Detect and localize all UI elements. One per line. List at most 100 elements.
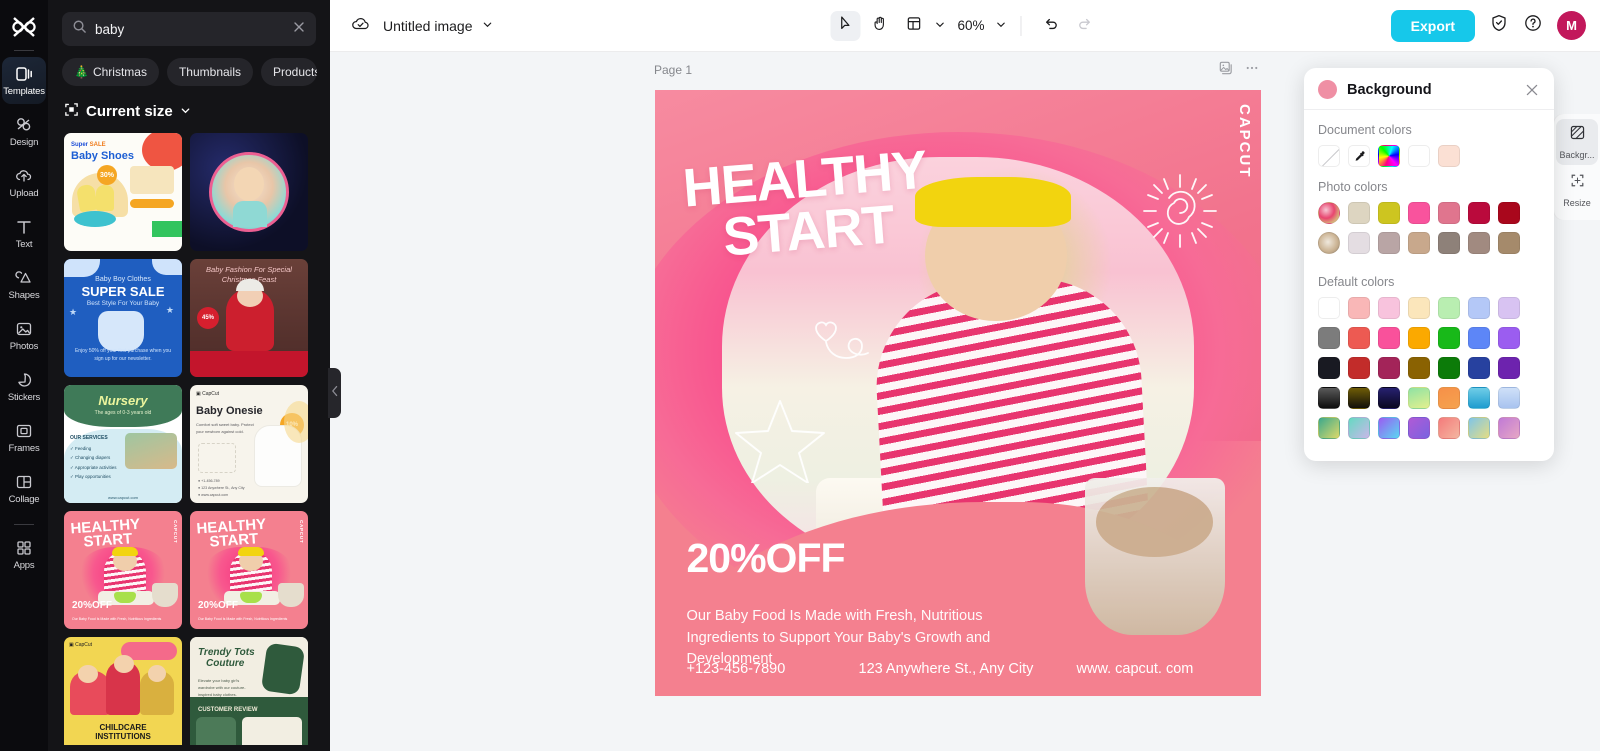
swatch-default[interactable] bbox=[1378, 327, 1400, 349]
swatch-default[interactable] bbox=[1318, 387, 1340, 409]
title-chevron-down-icon[interactable] bbox=[482, 17, 493, 35]
layout-chevron-down-icon[interactable] bbox=[934, 17, 945, 35]
swatch-custom-color[interactable] bbox=[1378, 145, 1400, 167]
swatch-default[interactable] bbox=[1378, 297, 1400, 319]
shield-check-icon[interactable] bbox=[1489, 13, 1509, 38]
swatch-photo-crimson[interactable] bbox=[1468, 202, 1490, 224]
zoom-chevron-down-icon[interactable] bbox=[996, 17, 1007, 35]
swatch-default[interactable] bbox=[1408, 387, 1430, 409]
template-card-5[interactable]: ▣ CapCut Baby Onesie 10% Comfort soft sw… bbox=[190, 385, 308, 503]
swatch-photo-thumb-2[interactable] bbox=[1318, 232, 1340, 254]
swatch-default[interactable] bbox=[1498, 327, 1520, 349]
swatch-default[interactable] bbox=[1318, 417, 1340, 439]
sidebar-item-frames[interactable]: Frames bbox=[2, 414, 46, 461]
template-card-6[interactable]: HEALTHY START CAPCUT 20%OFF Our Baby Food… bbox=[64, 511, 182, 629]
sidebar-item-templates[interactable]: Templates bbox=[2, 57, 46, 104]
swatch-default[interactable] bbox=[1498, 357, 1520, 379]
sidebar-item-upload[interactable]: Upload bbox=[2, 159, 46, 206]
swatch-photo-thumb-1[interactable] bbox=[1318, 202, 1340, 224]
template-card-4[interactable]: Nursery The ages of 0-3 years old OUR SE… bbox=[64, 385, 182, 503]
sidebar-item-apps[interactable]: Apps bbox=[2, 531, 46, 578]
sidebar-item-text[interactable]: Text bbox=[2, 210, 46, 257]
search-input-value[interactable]: baby bbox=[95, 22, 284, 37]
swatch-default[interactable] bbox=[1408, 297, 1430, 319]
swatch-photo-khaki-brown[interactable] bbox=[1498, 232, 1520, 254]
template-card-7[interactable]: HEALTHY START CAPCUT 20%OFF Our Baby Food… bbox=[190, 511, 308, 629]
swatch-default[interactable] bbox=[1348, 417, 1370, 439]
sidebar-item-photos[interactable]: Photos bbox=[2, 312, 46, 359]
current-size-selector[interactable]: Current size bbox=[48, 86, 330, 131]
swatch-default[interactable] bbox=[1348, 387, 1370, 409]
swatch-default[interactable] bbox=[1408, 357, 1430, 379]
swatch-doc-white[interactable] bbox=[1408, 145, 1430, 167]
clear-search-icon[interactable] bbox=[292, 20, 306, 39]
right-rail-item-resize[interactable]: Resize bbox=[1556, 167, 1598, 213]
select-tool-button[interactable] bbox=[830, 10, 861, 41]
template-card-9[interactable]: Trendy Tots Couture Elevate your baby gir… bbox=[190, 637, 308, 745]
swatch-default[interactable] bbox=[1348, 327, 1370, 349]
swatch-default[interactable] bbox=[1378, 357, 1400, 379]
sidebar-item-design[interactable]: Design bbox=[2, 108, 46, 155]
swatch-default[interactable] bbox=[1438, 297, 1460, 319]
template-card-8[interactable]: ▣ CapCut CHILDCARE INSTITUTIONS bbox=[64, 637, 182, 745]
swatch-photo-beige[interactable] bbox=[1348, 202, 1370, 224]
swatch-default[interactable] bbox=[1378, 417, 1400, 439]
swatch-default[interactable] bbox=[1348, 297, 1370, 319]
swatch-photo-mauve-grey[interactable] bbox=[1378, 232, 1400, 254]
panel-collapse-handle[interactable] bbox=[328, 368, 341, 418]
swatch-photo-pale-lilac[interactable] bbox=[1348, 232, 1370, 254]
swatch-default[interactable] bbox=[1378, 387, 1400, 409]
swatch-default[interactable] bbox=[1438, 387, 1460, 409]
hand-tool-button[interactable] bbox=[864, 11, 894, 41]
right-rail-item-background[interactable]: Backgr... bbox=[1556, 119, 1598, 165]
sidebar-item-shapes[interactable]: Shapes bbox=[2, 261, 46, 308]
swatch-photo-hot-pink[interactable] bbox=[1408, 202, 1430, 224]
cloud-saved-icon[interactable] bbox=[350, 13, 371, 39]
swatch-default[interactable] bbox=[1468, 417, 1490, 439]
swatch-default[interactable] bbox=[1438, 417, 1460, 439]
swatch-default[interactable] bbox=[1438, 357, 1460, 379]
swatch-default[interactable] bbox=[1348, 357, 1370, 379]
artboard[interactable]: HEALTHY START CAPCUT 20%OFF Our Baby Foo… bbox=[655, 90, 1261, 696]
swatch-default[interactable] bbox=[1318, 297, 1340, 319]
chip-products[interactable]: Products bbox=[261, 58, 317, 86]
zoom-level[interactable]: 60% bbox=[957, 18, 984, 33]
swatch-photo-warm-grey[interactable] bbox=[1438, 232, 1460, 254]
eyedropper-icon[interactable] bbox=[1348, 145, 1370, 167]
avatar[interactable]: M bbox=[1557, 11, 1586, 40]
swatch-default[interactable] bbox=[1408, 417, 1430, 439]
swatch-default[interactable] bbox=[1438, 327, 1460, 349]
capcut-logo-icon[interactable] bbox=[8, 12, 40, 42]
swatch-default[interactable] bbox=[1408, 327, 1430, 349]
swatch-photo-tan[interactable] bbox=[1408, 232, 1430, 254]
duplicate-page-icon[interactable] bbox=[1218, 60, 1234, 81]
swatch-photo-olive-yellow[interactable] bbox=[1378, 202, 1400, 224]
swatch-default[interactable] bbox=[1498, 297, 1520, 319]
search-input[interactable]: baby bbox=[62, 12, 316, 46]
swatch-default[interactable] bbox=[1468, 327, 1490, 349]
more-horizontal-icon[interactable] bbox=[1244, 60, 1260, 81]
template-card-3[interactable]: Baby Fashion For Special Christmas Feast… bbox=[190, 259, 308, 377]
sidebar-item-collage[interactable]: Collage bbox=[2, 465, 46, 512]
swatch-photo-taupe[interactable] bbox=[1468, 232, 1490, 254]
close-icon[interactable] bbox=[1524, 82, 1540, 98]
canvas-area[interactable]: Page 1 HEALTHY START CAPCUT 20%OFF Our B… bbox=[330, 52, 1600, 751]
undo-button[interactable] bbox=[1036, 11, 1066, 41]
swatch-photo-dark-red[interactable] bbox=[1498, 202, 1520, 224]
export-button[interactable]: Export bbox=[1390, 9, 1475, 42]
swatch-no-color[interactable] bbox=[1318, 145, 1340, 167]
swatch-default[interactable] bbox=[1498, 387, 1520, 409]
redo-button[interactable] bbox=[1070, 11, 1100, 41]
swatch-doc-peach[interactable] bbox=[1438, 145, 1460, 167]
help-circle-icon[interactable] bbox=[1523, 13, 1543, 38]
chip-christmas[interactable]: 🎄 Christmas bbox=[62, 58, 159, 86]
swatch-photo-dusty-rose[interactable] bbox=[1438, 202, 1460, 224]
sidebar-item-stickers[interactable]: Stickers bbox=[2, 363, 46, 410]
layout-tool-button[interactable] bbox=[898, 11, 928, 41]
document-title[interactable]: Untitled image bbox=[383, 18, 473, 34]
template-card-1[interactable] bbox=[190, 133, 308, 251]
swatch-default[interactable] bbox=[1498, 417, 1520, 439]
swatch-default[interactable] bbox=[1318, 327, 1340, 349]
chip-thumbnails[interactable]: Thumbnails bbox=[166, 58, 253, 86]
template-card-0[interactable]: Super SALE Baby Shoes 30% bbox=[64, 133, 182, 251]
